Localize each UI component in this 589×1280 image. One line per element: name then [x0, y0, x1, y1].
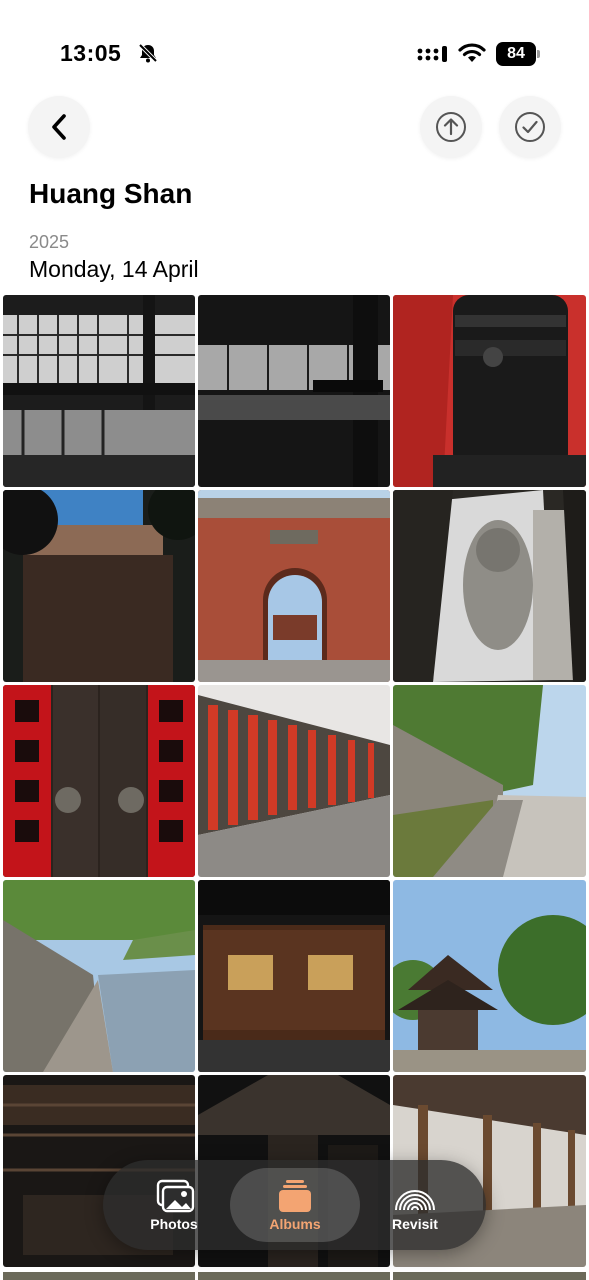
tab-photos-label: Photos: [150, 1216, 198, 1232]
tab-albums-label: Albums: [269, 1216, 321, 1232]
status-bar: 13:05 84: [0, 0, 589, 100]
upload-icon: [436, 112, 466, 142]
photo-thumbnail[interactable]: [393, 880, 586, 1072]
photo-thumbnail[interactable]: [3, 490, 195, 682]
tab-revisit-label: Revisit: [392, 1216, 438, 1232]
photo-thumbnail[interactable]: [198, 490, 390, 682]
photo-row-partial: [198, 1272, 390, 1280]
silent-bell-icon: [138, 43, 158, 63]
status-time: 13:05: [60, 40, 122, 66]
photos-icon: [156, 1179, 195, 1213]
tab-bar: Photos Albums Revisit: [103, 1160, 486, 1250]
back-button[interactable]: [28, 96, 90, 158]
battery-cap: [537, 50, 540, 58]
checkmark-circle-icon: [515, 112, 545, 142]
albums-icon: [279, 1180, 311, 1212]
photo-grid: [3, 295, 586, 1267]
photo-thumbnail[interactable]: [198, 685, 390, 877]
revisit-icon: [395, 1190, 435, 1211]
tab-albums[interactable]: Albums: [230, 1168, 360, 1242]
album-year: 2025: [29, 232, 70, 252]
tab-photos[interactable]: Photos: [109, 1168, 239, 1242]
select-button[interactable]: [499, 96, 561, 158]
photo-thumbnail[interactable]: [198, 295, 390, 487]
battery-indicator: 84: [496, 42, 540, 66]
album-title: Huang Shan: [29, 178, 193, 209]
battery-level: 84: [496, 42, 536, 66]
photo-thumbnail[interactable]: [3, 295, 195, 487]
share-button[interactable]: [420, 96, 482, 158]
wifi-icon: [458, 43, 486, 62]
tab-revisit[interactable]: Revisit: [350, 1168, 480, 1242]
photo-thumbnail[interactable]: [393, 685, 586, 877]
photo-thumbnail[interactable]: [198, 880, 390, 1072]
photo-row-partial: [3, 1272, 195, 1280]
cellular-signal-icon: [417, 46, 447, 62]
chevron-left-icon: [52, 114, 66, 140]
album-date: Monday, 14 April: [29, 256, 199, 282]
photo-thumbnail[interactable]: [3, 685, 195, 877]
photo-thumbnail[interactable]: [393, 490, 586, 682]
photo-thumbnail[interactable]: [393, 295, 586, 487]
photo-row-partial: [393, 1272, 586, 1280]
photo-thumbnail[interactable]: [3, 880, 195, 1072]
